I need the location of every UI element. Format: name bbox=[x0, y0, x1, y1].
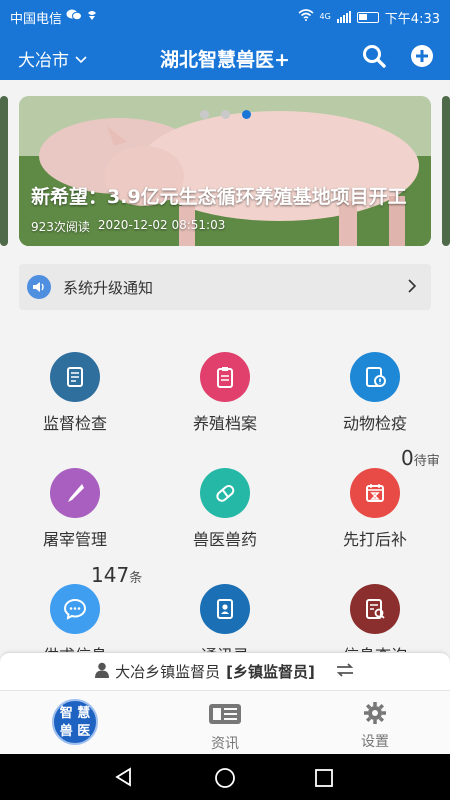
clock: 下午4:33 bbox=[384, 11, 440, 27]
wechat-icon bbox=[66, 9, 83, 25]
recents-icon[interactable] bbox=[314, 768, 334, 792]
calendar-hourglass-icon bbox=[350, 468, 400, 518]
user-name: 大冶乡镇监督员 bbox=[115, 663, 221, 681]
system-notice-bar[interactable]: 系统升级通知 bbox=[19, 264, 431, 310]
carousel-dot-active[interactable] bbox=[241, 110, 251, 119]
status-bar: 中国电信 4G 下午4:33 bbox=[0, 0, 450, 34]
grid-item-vet-medicine[interactable]: 兽医兽药 bbox=[160, 468, 290, 550]
grid-item-breeding-records[interactable]: 养殖档案 bbox=[160, 352, 290, 434]
grid-item-label: 动物检疫 bbox=[342, 414, 407, 433]
app-header: 大冶市 湖北智慧兽医+ bbox=[0, 34, 450, 80]
tab-settings[interactable]: 设置 bbox=[300, 691, 450, 755]
bottom-tab-bar: 智 慧 兽 医 资讯 设置 bbox=[0, 690, 450, 754]
knife-icon bbox=[50, 468, 100, 518]
network-type: 4G bbox=[319, 12, 331, 21]
news-headline[interactable]: 新希望：3.9亿元生态循环养殖基地项目开工 bbox=[31, 182, 423, 209]
user-role: [乡镇监督员] bbox=[226, 663, 315, 681]
grid-item-supervision[interactable]: 监督检查 bbox=[10, 352, 140, 434]
grid-item-label: 屠宰管理 bbox=[42, 530, 107, 549]
battery-icon bbox=[356, 11, 379, 23]
carrier-label: 中国电信 bbox=[10, 11, 63, 27]
grid-item-vaccinate-subsidy[interactable]: 先打后补 bbox=[310, 468, 440, 550]
news-carousel[interactable]: 新希望：3.9亿元生态循环养殖基地项目开工 923次阅读 2020-12-02 … bbox=[19, 96, 431, 246]
search-icon bbox=[360, 45, 388, 74]
notification-icon bbox=[86, 9, 98, 25]
search-button[interactable] bbox=[360, 42, 388, 70]
home-icon[interactable] bbox=[214, 767, 236, 793]
pending-count: 0 bbox=[401, 446, 414, 470]
tab-label: 资讯 bbox=[211, 736, 239, 752]
grid-item-label: 先打后补 bbox=[342, 530, 407, 549]
chevron-down-icon bbox=[75, 49, 87, 69]
grid-item-label: 兽医兽药 bbox=[192, 530, 257, 549]
search-list-icon bbox=[350, 584, 400, 634]
current-user-bar[interactable]: 大冶乡镇监督员 [乡镇监督员] bbox=[0, 652, 450, 690]
news-icon bbox=[150, 703, 300, 729]
city-label: 大冶市 bbox=[18, 51, 69, 71]
read-count: 923次阅读 bbox=[31, 220, 90, 234]
pending-unit: 待审 bbox=[413, 454, 440, 469]
grid-item-quarantine[interactable]: 动物检疫 bbox=[310, 352, 440, 434]
chevron-right-icon bbox=[407, 278, 417, 297]
notice-label: 系统升级通知 bbox=[63, 278, 154, 297]
tab-news[interactable]: 资讯 bbox=[150, 691, 300, 755]
grid-item-slaughter[interactable]: 屠宰管理 bbox=[10, 468, 140, 550]
logo-line-1: 智 慧 bbox=[59, 706, 91, 721]
grid-item-label: 监督检查 bbox=[42, 414, 107, 433]
add-button[interactable] bbox=[408, 42, 436, 70]
plus-circle-icon bbox=[408, 45, 436, 74]
tab-home[interactable]: 智 慧 兽 医 bbox=[0, 691, 150, 755]
chat-bubble-icon bbox=[50, 584, 100, 634]
carousel-indicator bbox=[19, 110, 431, 119]
back-icon[interactable] bbox=[114, 767, 134, 791]
user-icon bbox=[95, 662, 110, 682]
tab-label: 设置 bbox=[361, 734, 389, 750]
system-nav-bar bbox=[0, 754, 450, 800]
grid-item-label: 养殖档案 bbox=[192, 414, 257, 433]
speaker-icon bbox=[27, 275, 51, 299]
contact-book-icon bbox=[200, 584, 250, 634]
publish-date: 2020-12-02 08:51:03 bbox=[97, 218, 226, 232]
carousel-dot[interactable] bbox=[220, 110, 230, 119]
gear-icon bbox=[300, 701, 450, 729]
switch-role-icon[interactable] bbox=[335, 662, 355, 681]
prev-slide-peek bbox=[0, 96, 8, 246]
wifi-icon bbox=[297, 9, 314, 25]
clipboard-icon bbox=[200, 352, 250, 402]
news-meta: 923次阅读 2020-12-02 08:51:03 bbox=[31, 218, 225, 235]
inspection-icon bbox=[350, 352, 400, 402]
city-selector[interactable]: 大冶市 bbox=[18, 46, 87, 71]
pill-icon bbox=[200, 468, 250, 518]
document-scroll-icon bbox=[50, 352, 100, 402]
pending-review-badge: 0待审 bbox=[401, 446, 440, 470]
logo-line-2: 兽 医 bbox=[59, 724, 91, 739]
carousel-dot[interactable] bbox=[199, 110, 209, 119]
signal-icon bbox=[336, 11, 351, 23]
app-logo: 智 慧 兽 医 bbox=[52, 699, 98, 745]
next-slide-peek bbox=[442, 96, 450, 246]
